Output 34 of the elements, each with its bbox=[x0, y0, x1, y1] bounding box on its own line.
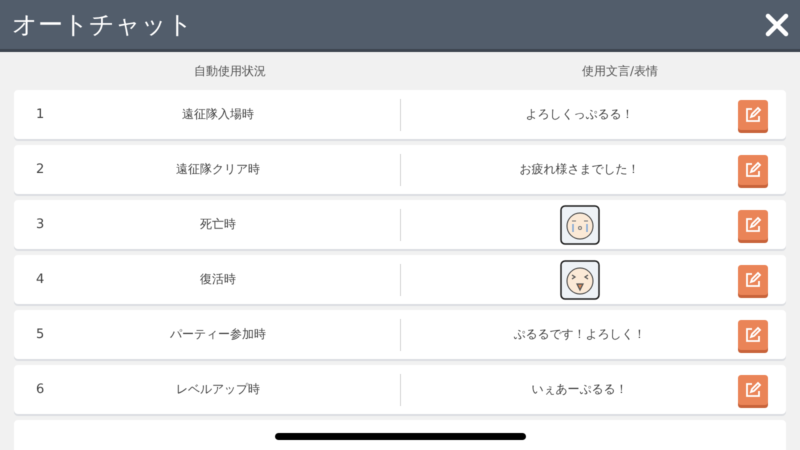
chat-message: お疲れ様さまでした！ bbox=[518, 161, 640, 178]
edit-button[interactable] bbox=[738, 374, 768, 404]
edit-button[interactable] bbox=[738, 100, 768, 130]
edit-icon bbox=[744, 216, 762, 234]
situation-label: 遠征隊入場時 bbox=[181, 106, 255, 123]
chat-message: よろしくっぷるる！ bbox=[524, 106, 634, 123]
row-number: 6 bbox=[36, 382, 46, 397]
situation-label: レベルアップ時 bbox=[175, 381, 261, 398]
row-number: 3 bbox=[36, 217, 46, 232]
row-number: 2 bbox=[36, 162, 46, 177]
window-title: オートチャット bbox=[12, 9, 193, 41]
edit-icon bbox=[744, 326, 762, 344]
edit-button[interactable] bbox=[738, 154, 768, 184]
emoticon-icon bbox=[560, 260, 600, 300]
edit-button[interactable] bbox=[738, 264, 768, 294]
row-number: 4 bbox=[36, 272, 46, 287]
chat-message: いぇあーぷるる！ bbox=[530, 381, 628, 398]
row-number: 5 bbox=[36, 327, 46, 342]
edit-icon bbox=[744, 106, 762, 124]
situation-label: 復活時 bbox=[199, 271, 237, 288]
situation-label: 遠征隊クリア時 bbox=[175, 161, 261, 178]
edit-icon bbox=[744, 270, 762, 288]
edit-button[interactable] bbox=[738, 320, 768, 350]
row-number: 1 bbox=[36, 107, 46, 122]
edit-button[interactable] bbox=[738, 210, 768, 240]
column-header: 使用文言/表情 bbox=[582, 62, 658, 80]
situation-label: 死亡時 bbox=[199, 216, 237, 233]
emoticon-icon bbox=[560, 204, 600, 244]
edit-icon bbox=[744, 380, 762, 398]
chat-message: ぷるるです！よろしく！ bbox=[512, 326, 646, 343]
edit-icon bbox=[744, 160, 762, 178]
situation-label: パーティー参加時 bbox=[169, 326, 267, 343]
column-header: 自動使用状況 bbox=[194, 62, 266, 80]
close-button[interactable] bbox=[764, 12, 790, 38]
